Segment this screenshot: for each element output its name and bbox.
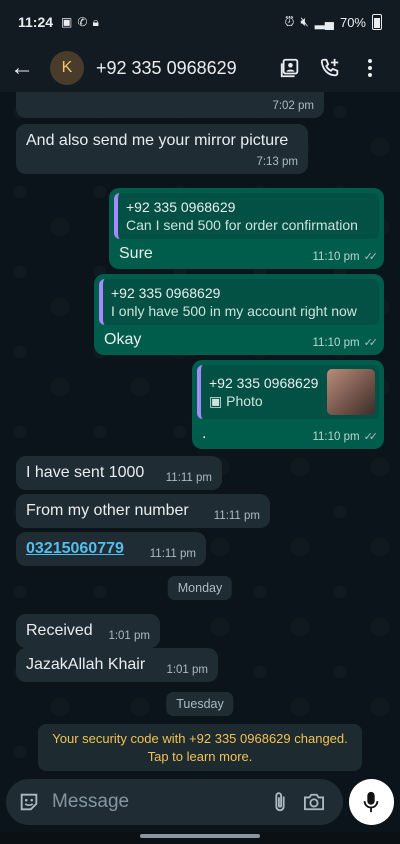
message-text: Sure [119,245,153,262]
message-time: 11:11 pm [213,510,260,522]
chat-area[interactable]: 7:02 pm And also send me your mirror pic… [0,92,400,772]
message-text: . [202,425,207,442]
photo-icon: ▣ [209,392,227,409]
quoted-message[interactable]: +92 335 0968629 ▣ Photo [197,365,379,419]
lock-icon: 🔒︎ [92,14,99,29]
date-chip: Monday [167,576,233,600]
status-time: 11:24 [18,14,54,30]
message-text: I have sent 1000 [26,464,145,481]
photo-thumbnail[interactable] [327,369,375,415]
composer: Message [0,772,400,832]
quoted-text: Can I send 500 for order confirmation [126,217,358,233]
status-icons: ▣ ✆ 🔒︎ [61,15,99,30]
battery-icon [372,14,382,30]
microphone-icon [362,791,380,813]
mute-icon: 🔇︎ [300,14,309,29]
message-time: 1:01 pm [108,630,150,642]
quoted-sender: +92 335 0968629 [209,374,319,391]
attach-icon[interactable] [263,791,297,813]
read-receipt-icon: ✓✓ [363,251,379,263]
quoted-message[interactable]: +92 335 0968629 Can I send 500 for order… [114,193,379,239]
message-time: 11:11 pm [149,548,196,560]
message-time: 11:10 pm ✓✓ [312,250,379,264]
message-incoming[interactable]: And also send me your mirror picture 7:1… [16,124,308,174]
add-call-icon[interactable] [310,57,350,79]
back-arrow-icon[interactable]: ← [10,54,40,82]
message-input-box[interactable]: Message [6,779,343,825]
avatar[interactable]: K [50,51,84,85]
message-time: 1:01 pm [166,664,208,676]
message-outgoing[interactable]: +92 335 0968629 Can I send 500 for order… [109,188,384,269]
quoted-text: I only have 500 in my account right now [111,303,357,319]
message-incoming[interactable]: JazakAllah Khair 1:01 pm [16,648,218,682]
status-right: ⏰︎ 🔇︎ ▂▄ 70% [284,14,382,30]
message-incoming[interactable]: I have sent 1000 11:11 pm [16,456,222,490]
message-text: Received [26,622,93,639]
more-options-icon[interactable] [350,58,390,78]
message-incoming[interactable]: 03215060779 11:11 pm [16,532,206,566]
mic-button[interactable] [348,779,394,825]
signal-icon: ▂▄ [314,14,334,29]
status-bar: 11:24 ▣ ✆ 🔒︎ ⏰︎ 🔇︎ ▂▄ 70% [0,0,400,44]
missed-call-icon: ✆ [77,14,88,29]
sticker-icon[interactable] [18,791,40,813]
battery-level: 70% [339,14,366,30]
message-text: From my other number [26,502,189,519]
security-code-notice[interactable]: Your security code with +92 335 0968629 … [38,724,362,772]
message-outgoing[interactable]: +92 335 0968629 I only have 500 in my ac… [94,274,384,355]
message-incoming[interactable]: Received 1:01 pm [16,614,160,648]
message-input[interactable]: Message [52,791,263,813]
home-indicator[interactable] [140,834,260,838]
message-time: 11:10 pm ✓✓ [312,336,379,350]
contact-name[interactable]: +92 335 0968629 [96,58,270,79]
message-text: And also send me your mirror picture [26,132,289,149]
message-incoming[interactable]: 7:02 pm [16,92,324,118]
message-incoming[interactable]: From my other number 11:11 pm [16,494,270,528]
message-time: 7:02 pm [272,100,314,112]
gallery-icon: ▣ [61,14,73,29]
phone-link[interactable]: 03215060779 [26,540,150,558]
message-time: 7:13 pm [256,156,298,168]
quoted-sender: +92 335 0968629 [126,199,236,215]
message-outgoing[interactable]: +92 335 0968629 ▣ Photo . 11:10 pm ✓✓ [192,360,384,449]
quoted-media: ▣ Photo [209,392,263,409]
quoted-sender: +92 335 0968629 [111,285,221,301]
quoted-message[interactable]: +92 335 0968629 I only have 500 in my ac… [99,279,379,325]
contact-card-icon[interactable] [270,57,310,79]
message-time: 11:11 pm [165,472,212,484]
read-receipt-icon: ✓✓ [363,337,379,349]
chat-header: ← K +92 335 0968629 [0,44,400,92]
message-time: 11:10 pm ✓✓ [312,430,379,444]
date-chip: Tuesday [166,692,234,716]
alarm-icon: ⏰︎ [284,14,295,29]
message-text: Okay [104,331,142,348]
camera-icon[interactable] [297,792,331,812]
read-receipt-icon: ✓✓ [363,431,379,443]
message-text: JazakAllah Khair [26,656,146,673]
